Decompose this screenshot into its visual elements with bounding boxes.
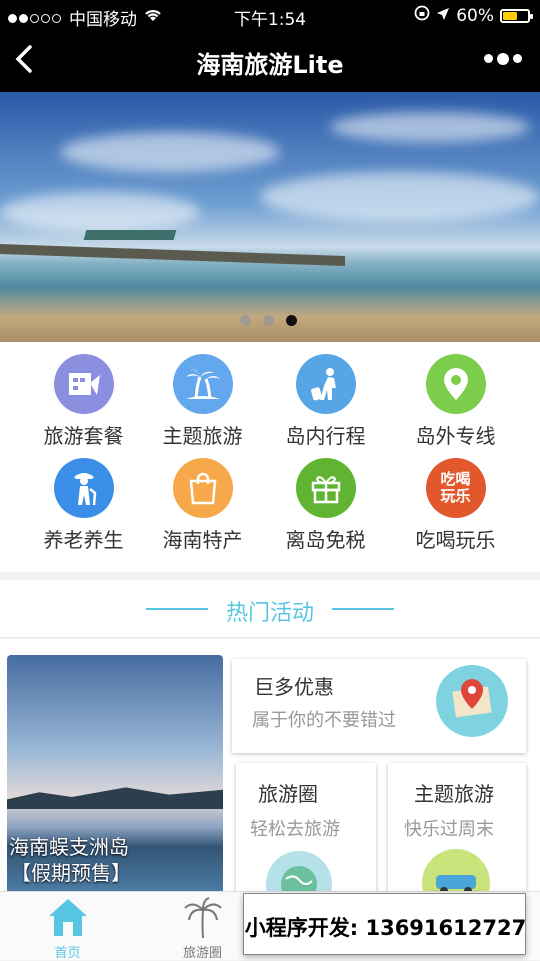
traveler-icon <box>295 354 356 414</box>
card-subtitle: 快乐过周末 <box>404 819 494 840</box>
category-specialty[interactable]: 海南特产 <box>135 446 270 556</box>
category-label: 养老养生 <box>43 528 124 552</box>
category-label: 离岛免税 <box>285 528 366 552</box>
promo-text: 小程序开发: 13691612727 <box>244 916 527 940</box>
location-pin-icon <box>425 354 486 414</box>
category-label: 吃喝玩乐 <box>415 528 496 552</box>
orientation-lock-icon <box>414 5 430 26</box>
pier <box>0 243 345 267</box>
category-label: 主题旅游 <box>162 424 243 448</box>
featured-subtitle: 【假期预售】 <box>11 861 131 885</box>
status-time: 下午1:54 <box>233 10 307 30</box>
divider-line <box>332 608 394 610</box>
featured-card[interactable]: 海南蜈支洲岛 【假期预售】 <box>7 655 223 895</box>
category-label: 旅游套餐 <box>43 424 124 448</box>
palm-tree-icon <box>184 897 222 939</box>
page-title: 海南旅游Lite <box>196 51 344 79</box>
battery-percent: 60% <box>456 5 494 26</box>
carousel-dot[interactable] <box>263 315 274 326</box>
elderly-icon <box>53 458 114 518</box>
pier-roof <box>83 230 177 240</box>
category-grid: 旅游套餐 主题旅游 岛内行程 岛外专线 养老养生 海南特产 离岛免税 吃喝玩乐 … <box>0 342 540 572</box>
promo-overlay: 小程序开发: 13691612727 <box>243 893 526 955</box>
gift-icon <box>295 458 356 518</box>
category-label: 岛外专线 <box>415 424 496 448</box>
battery-icon <box>500 8 533 23</box>
category-label: 海南特产 <box>162 528 243 552</box>
section-header: 热门活动 <box>0 580 540 638</box>
tab-label: 首页 <box>54 946 81 961</box>
palm-tree-icon <box>172 354 233 414</box>
category-package[interactable]: 旅游套餐 <box>16 342 151 452</box>
category-duty-free[interactable]: 离岛免税 <box>258 446 393 556</box>
carousel-indicator <box>240 315 297 326</box>
card-subtitle: 属于你的不要错过 <box>252 710 396 731</box>
category-outer-line[interactable]: 岛外专线 <box>388 342 523 452</box>
category-elderly-care[interactable]: 养老养生 <box>16 446 151 556</box>
theme-travel-card[interactable]: 主题旅游 快乐过周末 <box>388 763 526 917</box>
location-arrow-icon <box>436 6 450 26</box>
carousel-dot[interactable] <box>240 315 251 326</box>
card-title: 旅游圈 <box>258 782 318 806</box>
map-pin-illustration <box>436 665 508 737</box>
tab-home[interactable]: 首页 <box>0 892 135 961</box>
nav-bar: 海南旅游Lite <box>0 30 540 92</box>
section-title: 热门活动 <box>225 601 314 626</box>
carousel-dot-active[interactable] <box>286 315 297 326</box>
category-label: 岛内行程 <box>285 424 366 448</box>
card-subtitle: 轻松去旅游 <box>250 819 340 840</box>
shopping-bag-icon <box>172 458 233 518</box>
activity-area: 海南蜈支洲岛 【假期预售】 巨多优惠 属于你的不要错过 旅游圈 轻松去旅游 主题… <box>0 639 540 917</box>
food-fun-glyph: 吃喝玩乐 <box>440 470 471 505</box>
mountain-silhouette <box>7 787 223 809</box>
food-fun-icon: 吃喝玩乐 <box>425 458 486 518</box>
category-food-fun[interactable]: 吃喝玩乐 吃喝玩乐 <box>388 446 523 556</box>
travel-circle-card[interactable]: 旅游圈 轻松去旅游 <box>236 763 376 917</box>
home-icon <box>49 899 87 936</box>
category-theme-travel[interactable]: 主题旅游 <box>135 342 270 452</box>
category-island-trip[interactable]: 岛内行程 <box>258 342 393 452</box>
status-bar: 中国移动 下午1:54 60% <box>0 0 540 30</box>
card-title: 巨多优惠 <box>254 675 334 699</box>
banner-carousel[interactable] <box>0 92 540 342</box>
more-menu-button[interactable] <box>484 53 522 65</box>
package-icon <box>53 354 114 414</box>
featured-title: 海南蜈支洲岛 <box>9 835 129 859</box>
discount-card[interactable]: 巨多优惠 属于你的不要错过 <box>232 659 526 753</box>
card-title: 主题旅游 <box>414 782 494 806</box>
